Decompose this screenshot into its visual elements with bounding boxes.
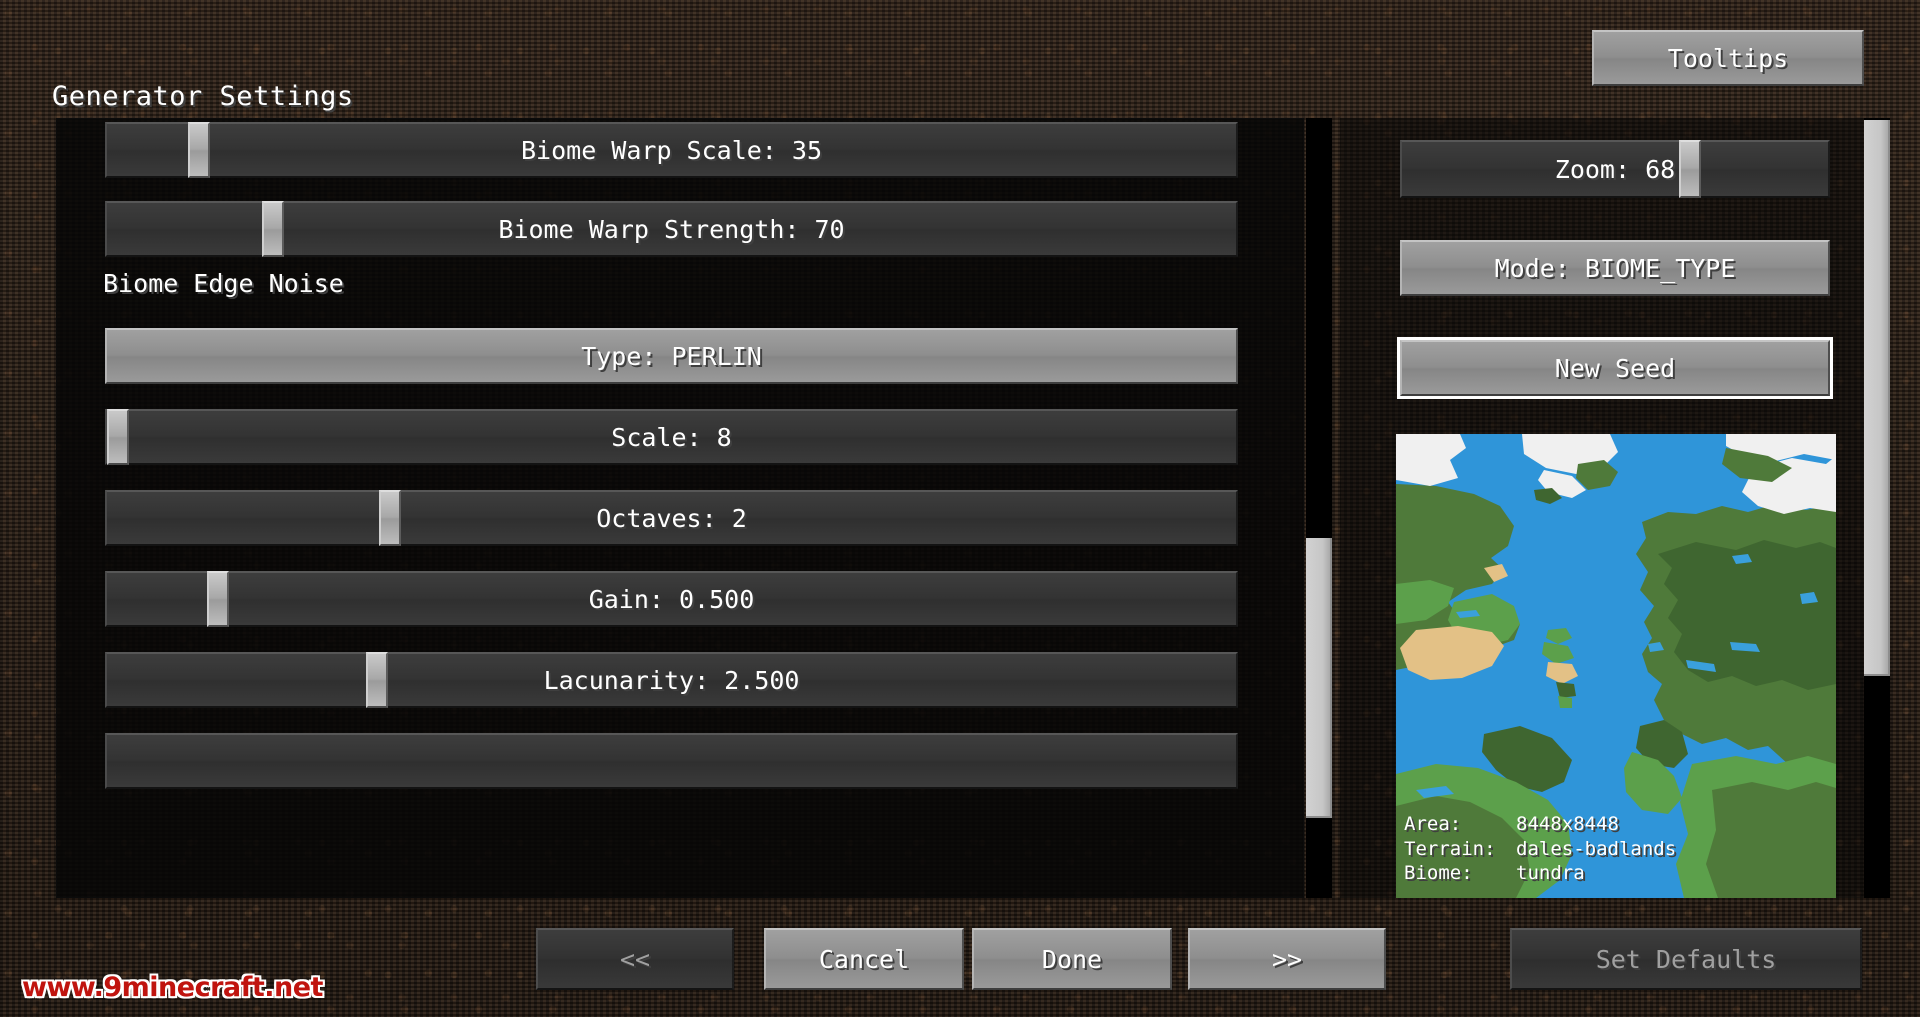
map-info-value-terrain: dales-badlands: [1516, 837, 1677, 860]
slider-handle-noise-octaves[interactable]: [379, 490, 401, 546]
map-info-key-terrain: Terrain:: [1404, 837, 1496, 860]
map-info-row-biome: Biome: tundra: [1404, 861, 1676, 886]
map-info-overlay: Area: 8448x8448 Terrain: dales-badlands …: [1404, 812, 1676, 886]
button-cancel[interactable]: Cancel: [764, 928, 964, 990]
map-info-row-terrain: Terrain: dales-badlands: [1404, 837, 1676, 862]
map-info-key-area: Area:: [1404, 812, 1462, 835]
slider-label-noise-scale: Scale: 8: [611, 422, 732, 452]
map-preview[interactable]: Area: 8448x8448 Terrain: dales-badlands …: [1396, 434, 1836, 898]
button-cancel-label: Cancel: [818, 944, 910, 974]
slider-handle-biome-warp-scale[interactable]: [188, 122, 210, 178]
button-noise-type[interactable]: Type: PERLIN: [105, 328, 1238, 384]
map-info-key-biome: Biome:: [1404, 862, 1473, 885]
slider-noise-octaves[interactable]: Octaves: 2: [105, 490, 1238, 546]
tooltips-button[interactable]: Tooltips: [1592, 30, 1864, 86]
slider-label-noise-octaves: Octaves: 2: [596, 503, 747, 533]
button-done-label: Done: [1041, 944, 1103, 974]
slider-next-row-partial[interactable]: [105, 733, 1238, 789]
button-preview-mode[interactable]: Mode: BIOME_TYPE: [1400, 240, 1830, 296]
map-info-value-area: 8448x8448: [1516, 812, 1619, 835]
page-title: Generator Settings: [52, 81, 354, 112]
button-preview-mode-label: Mode: BIOME_TYPE: [1494, 253, 1736, 283]
slider-handle-biome-warp-strength[interactable]: [262, 201, 284, 257]
button-previous-page[interactable]: <<: [536, 928, 734, 990]
settings-scroll-panel[interactable]: Biome Warp Scale: 35 Biome Warp Strength…: [56, 118, 1304, 898]
slider-label-noise-gain: Gain: 0.500: [588, 584, 755, 614]
settings-scrollbar-thumb[interactable]: [1306, 538, 1332, 818]
button-next-page[interactable]: >>: [1188, 928, 1386, 990]
slider-preview-zoom[interactable]: Zoom: 68: [1400, 140, 1830, 198]
slider-label-biome-warp-scale: Biome Warp Scale: 35: [520, 135, 823, 165]
button-set-defaults[interactable]: Set Defaults: [1510, 928, 1862, 990]
map-info-row-area: Area: 8448x8448: [1404, 812, 1676, 837]
button-noise-type-label: Type: PERLIN: [581, 341, 762, 371]
slider-handle-noise-gain[interactable]: [207, 571, 229, 627]
tooltips-button-label: Tooltips: [1667, 43, 1789, 73]
preview-scrollbar-thumb[interactable]: [1864, 120, 1890, 676]
slider-noise-gain[interactable]: Gain: 0.500: [105, 571, 1238, 627]
slider-biome-warp-scale[interactable]: Biome Warp Scale: 35: [105, 122, 1238, 178]
button-set-defaults-label: Set Defaults: [1595, 944, 1777, 974]
slider-noise-lacunarity[interactable]: Lacunarity: 2.500: [105, 652, 1238, 708]
button-new-seed-label: New Seed: [1554, 353, 1676, 383]
button-new-seed[interactable]: New Seed: [1397, 337, 1833, 399]
button-next-page-label: >>: [1271, 944, 1303, 974]
slider-handle-noise-scale[interactable]: [107, 409, 129, 465]
settings-scrollbar-track[interactable]: [1306, 118, 1332, 898]
slider-noise-scale[interactable]: Scale: 8: [105, 409, 1238, 465]
slider-label-preview-zoom: Zoom: 68: [1554, 154, 1676, 184]
preview-scrollbar-track[interactable]: [1864, 118, 1890, 898]
button-done[interactable]: Done: [972, 928, 1172, 990]
slider-handle-noise-lacunarity[interactable]: [366, 652, 388, 708]
watermark: www.9minecraft.net: [22, 972, 323, 1003]
slider-biome-warp-strength[interactable]: Biome Warp Strength: 70: [105, 201, 1238, 257]
map-info-value-biome: tundra: [1516, 862, 1585, 885]
slider-label-noise-lacunarity: Lacunarity: 2.500: [543, 665, 800, 695]
section-heading-biome-edge-noise: Biome Edge Noise: [103, 269, 344, 298]
button-previous-page-label: <<: [619, 944, 651, 974]
slider-handle-preview-zoom[interactable]: [1679, 140, 1701, 198]
